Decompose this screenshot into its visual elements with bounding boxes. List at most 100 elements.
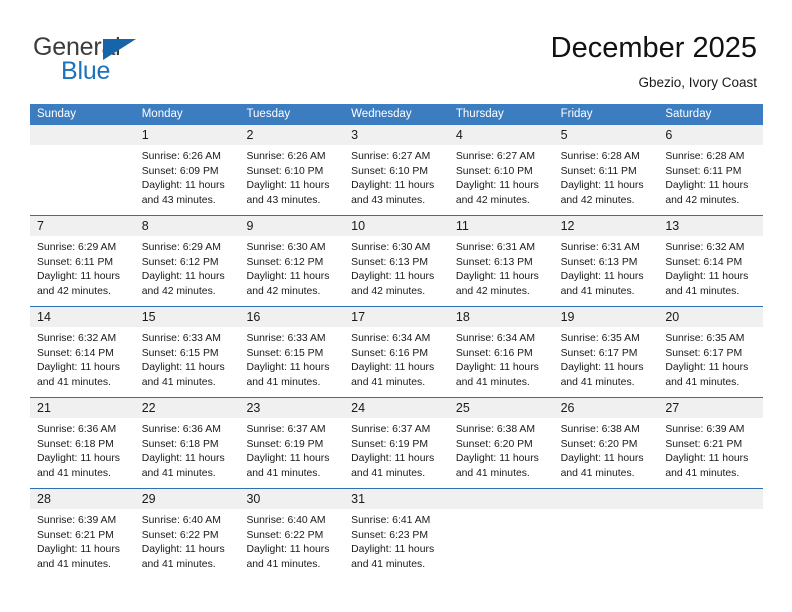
day-number-band: 22 — [134, 398, 240, 418]
day-cell[interactable]: 6 Sunrise: 6:28 AM Sunset: 6:11 PM Daylight… — [658, 125, 764, 215]
day-info-line: Sunset: 6:19 PM — [351, 438, 428, 450]
calendar-weeks: 1 Sunrise: 6:26 AM Sunset: 6:09 PM Daylight… — [30, 125, 764, 579]
weekday-header-thursday: Thursday — [455, 108, 504, 120]
day-number-band: 25 — [448, 398, 554, 418]
day-info-line: Daylight: 11 hours — [455, 362, 539, 374]
day-info-line: Sunrise: 6:39 AM — [665, 424, 745, 435]
day-cell[interactable]: 12 Sunrise: 6:31 AM Sunset: 6:13 PM Dayligh… — [553, 216, 659, 306]
day-number: 24 — [351, 401, 366, 415]
day-number: 18 — [455, 310, 470, 324]
day-cell[interactable]: 14 Sunrise: 6:32 AM Sunset: 6:14 PM Dayligh… — [30, 307, 135, 397]
day-number-band: 6 — [658, 125, 764, 145]
day-cell[interactable]: 15 Sunrise: 6:33 AM Sunset: 6:15 PM Dayligh… — [134, 307, 240, 397]
day-info-line: and 41 minutes. — [246, 467, 321, 479]
day-info-line: and 41 minutes. — [141, 376, 216, 388]
day-cell[interactable]: 5 Sunrise: 6:28 AM Sunset: 6:11 PM Daylight… — [553, 125, 659, 215]
day-number: 13 — [665, 219, 680, 233]
day-info-line: Daylight: 11 hours — [141, 362, 225, 374]
day-info-line: Sunset: 6:18 PM — [141, 438, 219, 450]
day-info-line: Sunset: 6:14 PM — [37, 347, 114, 359]
day-sun-info: Sunrise: 6:33 AM Sunset: 6:15 PM Daylight:… — [135, 327, 240, 390]
logo-text-blue: Blue — [61, 57, 111, 85]
day-cell[interactable]: 26 Sunrise: 6:38 AM Sunset: 6:20 PM Dayligh… — [553, 398, 659, 488]
day-number-band: 3 — [344, 125, 449, 145]
day-info-line: Daylight: 11 hours — [141, 453, 225, 465]
day-info-line: and 42 minutes. — [141, 285, 216, 297]
day-number-band: 17 — [344, 307, 449, 327]
day-number: 27 — [665, 401, 680, 415]
day-cell[interactable]: 2 Sunrise: 6:26 AM Sunset: 6:10 PM Daylight… — [239, 125, 345, 215]
day-info-line: and 41 minutes. — [141, 558, 216, 570]
day-number-band: 2 — [239, 125, 345, 145]
day-sun-info: Sunrise: 6:36 AM Sunset: 6:18 PM Daylight:… — [30, 418, 135, 481]
day-info-line: and 41 minutes. — [37, 467, 111, 479]
day-cell[interactable]: 29 Sunrise: 6:40 AM Sunset: 6:22 PM Dayligh… — [134, 489, 240, 579]
day-cell[interactable]: 23 Sunrise: 6:37 AM Sunset: 6:19 PM Dayligh… — [239, 398, 345, 488]
calendar-week-row: 14 Sunrise: 6:32 AM Sunset: 6:14 PM Dayligh… — [30, 306, 764, 397]
day-info-line: Sunset: 6:22 PM — [246, 529, 324, 541]
day-cell[interactable]: 27 Sunrise: 6:39 AM Sunset: 6:21 PM Dayligh… — [658, 398, 764, 488]
day-cell[interactable]: 13 Sunrise: 6:32 AM Sunset: 6:14 PM Dayligh… — [658, 216, 764, 306]
day-info-line: Daylight: 11 hours — [665, 453, 749, 465]
day-info-line: Sunset: 6:10 PM — [455, 165, 533, 177]
day-info-line: Daylight: 11 hours — [246, 180, 330, 192]
day-cell[interactable]: 16 Sunrise: 6:33 AM Sunset: 6:15 PM Dayligh… — [239, 307, 345, 397]
day-number-band: 28 — [30, 489, 135, 509]
day-cell[interactable]: 18 Sunrise: 6:34 AM Sunset: 6:16 PM Dayligh… — [448, 307, 554, 397]
day-info-line: Sunrise: 6:39 AM — [37, 515, 117, 526]
day-cell-empty — [30, 125, 135, 215]
day-cell[interactable]: 30 Sunrise: 6:40 AM Sunset: 6:22 PM Dayligh… — [239, 489, 345, 579]
day-info-line: Daylight: 11 hours — [351, 362, 435, 374]
day-number: 29 — [141, 492, 156, 506]
day-info-line: Daylight: 11 hours — [560, 271, 644, 283]
day-cell[interactable]: 31 Sunrise: 6:41 AM Sunset: 6:23 PM Dayligh… — [344, 489, 449, 579]
day-cell[interactable]: 8 Sunrise: 6:29 AM Sunset: 6:12 PM Daylight… — [134, 216, 240, 306]
day-info-line: Sunrise: 6:40 AM — [141, 515, 221, 526]
day-info-line: Daylight: 11 hours — [141, 544, 225, 556]
day-number: 1 — [141, 128, 149, 142]
day-number: 16 — [246, 310, 261, 324]
day-info-line: Sunrise: 6:40 AM — [246, 515, 326, 526]
day-cell[interactable]: 3 Sunrise: 6:27 AM Sunset: 6:10 PM Daylight… — [344, 125, 449, 215]
day-cell[interactable]: 22 Sunrise: 6:36 AM Sunset: 6:18 PM Dayligh… — [134, 398, 240, 488]
day-info-line: Sunrise: 6:41 AM — [351, 515, 431, 526]
day-cell[interactable]: 17 Sunrise: 6:34 AM Sunset: 6:16 PM Dayligh… — [344, 307, 449, 397]
calendar-week-row: 21 Sunrise: 6:36 AM Sunset: 6:18 PM Dayligh… — [30, 397, 764, 488]
day-cell[interactable]: 9 Sunrise: 6:30 AM Sunset: 6:12 PM Daylight… — [239, 216, 345, 306]
day-cell[interactable]: 11 Sunrise: 6:31 AM Sunset: 6:13 PM Dayligh… — [448, 216, 554, 306]
day-number: 20 — [665, 310, 680, 324]
day-info-line: Sunset: 6:16 PM — [455, 347, 533, 359]
day-cell[interactable]: 20 Sunrise: 6:35 AM Sunset: 6:17 PM Dayligh… — [658, 307, 764, 397]
day-sun-info: Sunrise: 6:28 AM Sunset: 6:11 PM Daylight:… — [554, 145, 659, 208]
day-sun-info: Sunrise: 6:36 AM Sunset: 6:18 PM Daylight:… — [135, 418, 240, 481]
day-cell[interactable]: 7 Sunrise: 6:29 AM Sunset: 6:11 PM Daylight… — [30, 216, 135, 306]
day-sun-info: Sunrise: 6:29 AM Sunset: 6:11 PM Daylight:… — [30, 236, 135, 299]
day-cell[interactable]: 1 Sunrise: 6:26 AM Sunset: 6:09 PM Daylight… — [134, 125, 240, 215]
day-info-line: and 42 minutes. — [37, 285, 111, 297]
day-cell[interactable]: 10 Sunrise: 6:30 AM Sunset: 6:13 PM Dayligh… — [344, 216, 449, 306]
day-info-line: Daylight: 11 hours — [351, 453, 435, 465]
day-info-line: Daylight: 11 hours — [455, 180, 539, 192]
day-number-band: 13 — [658, 216, 764, 236]
calendar-week-row: 1 Sunrise: 6:26 AM Sunset: 6:09 PM Daylight… — [30, 125, 764, 215]
day-info-line: Sunrise: 6:29 AM — [37, 242, 117, 253]
day-cell[interactable]: 4 Sunrise: 6:27 AM Sunset: 6:10 PM Daylight… — [448, 125, 554, 215]
day-number-band: 27 — [658, 398, 764, 418]
day-sun-info — [449, 509, 554, 514]
day-cell[interactable]: 25 Sunrise: 6:38 AM Sunset: 6:20 PM Dayligh… — [448, 398, 554, 488]
day-number-band: 8 — [134, 216, 240, 236]
day-info-line: Daylight: 11 hours — [560, 180, 644, 192]
day-cell[interactable]: 24 Sunrise: 6:37 AM Sunset: 6:19 PM Dayligh… — [344, 398, 449, 488]
day-info-line: Sunrise: 6:27 AM — [455, 151, 536, 162]
day-info-line: Sunrise: 6:33 AM — [246, 333, 326, 344]
day-cell[interactable]: 28 Sunrise: 6:39 AM Sunset: 6:21 PM Dayligh… — [30, 489, 135, 579]
day-sun-info: Sunrise: 6:35 AM Sunset: 6:17 PM Daylight:… — [554, 327, 659, 390]
day-info-line: Sunrise: 6:26 AM — [141, 151, 221, 162]
day-sun-info: Sunrise: 6:37 AM Sunset: 6:19 PM Daylight:… — [239, 418, 344, 481]
calendar-grid: Sunday Monday Tuesday Wednesday Thursday Frid… — [30, 104, 764, 579]
day-cell[interactable]: 19 Sunrise: 6:35 AM Sunset: 6:17 PM Dayligh… — [553, 307, 659, 397]
day-info-line: and 43 minutes. — [351, 194, 426, 206]
day-sun-info: Sunrise: 6:26 AM Sunset: 6:10 PM Daylight:… — [239, 145, 344, 208]
day-sun-info: Sunrise: 6:30 AM Sunset: 6:12 PM Daylight:… — [239, 236, 344, 299]
day-cell[interactable]: 21 Sunrise: 6:36 AM Sunset: 6:18 PM Dayligh… — [30, 398, 135, 488]
